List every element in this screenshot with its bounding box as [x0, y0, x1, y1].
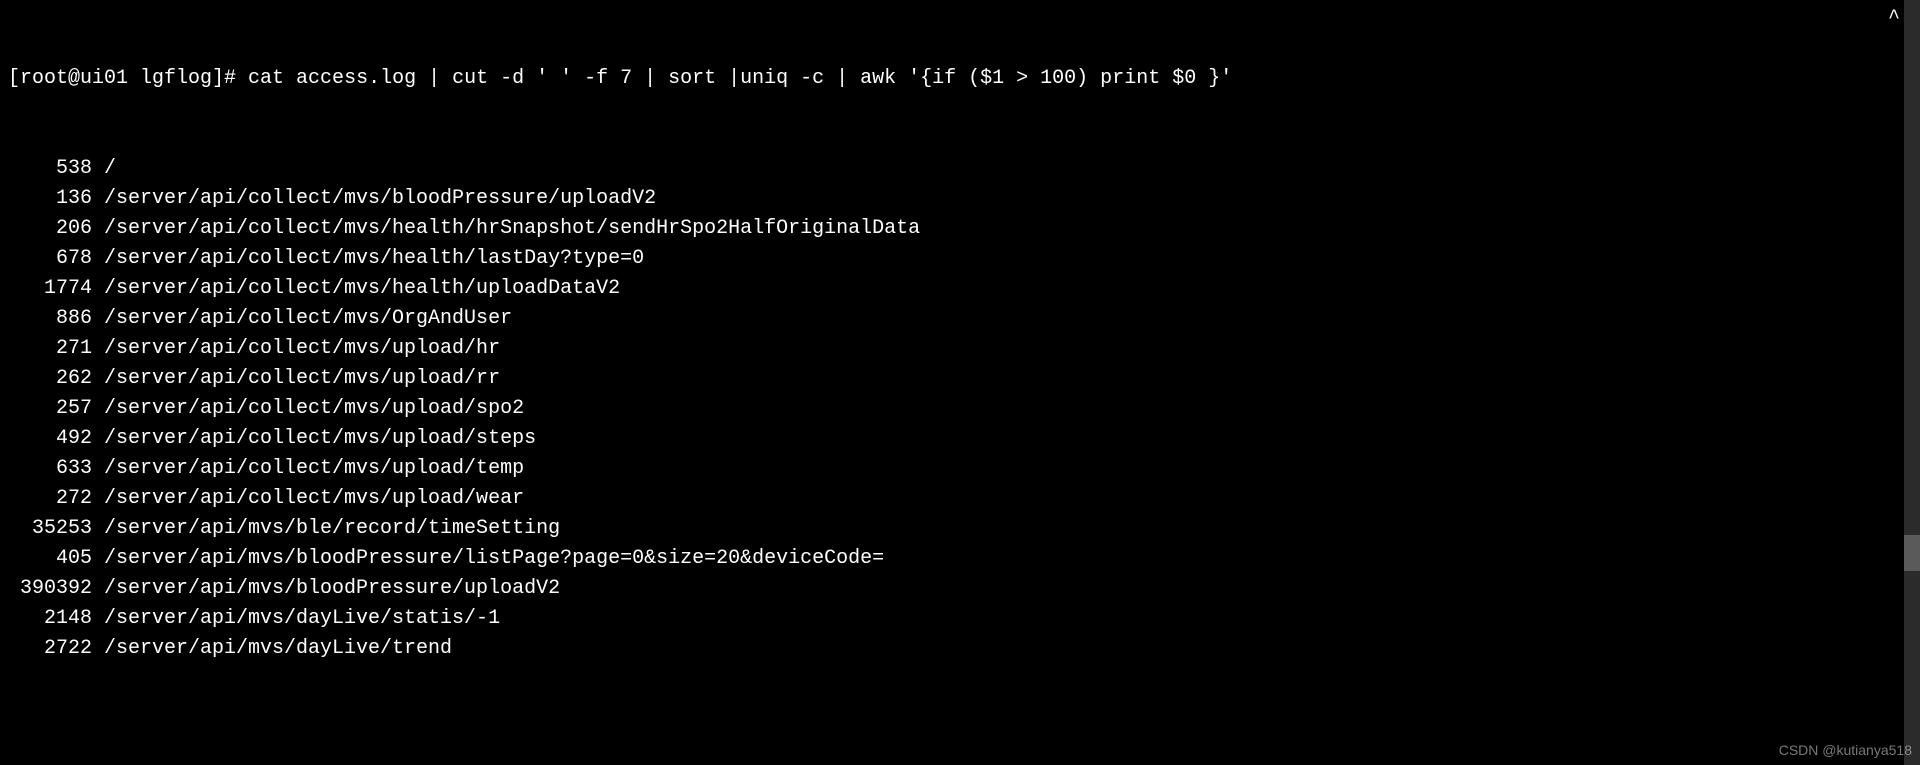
- url-path: /server/api/mvs/ble/record/timeSetting: [92, 514, 560, 544]
- url-path: /server/api/mvs/dayLive/statis/-1: [92, 604, 500, 634]
- output-row: 1774/server/api/collect/mvs/health/uploa…: [8, 274, 1912, 304]
- output-row: 390392/server/api/mvs/bloodPressure/uplo…: [8, 574, 1912, 604]
- output-row: 678/server/api/collect/mvs/health/lastDa…: [8, 244, 1912, 274]
- count-value: 538: [8, 154, 92, 184]
- url-path: /server/api/mvs/bloodPressure/listPage?p…: [92, 544, 884, 574]
- output-row: 633/server/api/collect/mvs/upload/temp: [8, 454, 1912, 484]
- count-value: 206: [8, 214, 92, 244]
- count-value: 136: [8, 184, 92, 214]
- url-path: /server/api/collect/mvs/upload/wear: [92, 484, 524, 514]
- url-path: /server/api/collect/mvs/OrgAndUser: [92, 304, 512, 334]
- url-path: /server/api/collect/mvs/health/uploadDat…: [92, 274, 620, 304]
- url-path: /server/api/collect/mvs/health/hrSnapsho…: [92, 214, 920, 244]
- scroll-caret-icon: ^: [1888, 4, 1900, 34]
- output-row: 262/server/api/collect/mvs/upload/rr: [8, 364, 1912, 394]
- output-row: 271/server/api/collect/mvs/upload/hr: [8, 334, 1912, 364]
- count-value: 262: [8, 364, 92, 394]
- count-value: 492: [8, 424, 92, 454]
- count-value: 35253: [8, 514, 92, 544]
- url-path: /server/api/collect/mvs/bloodPressure/up…: [92, 184, 656, 214]
- output-row: 35253/server/api/mvs/ble/record/timeSett…: [8, 514, 1912, 544]
- url-path: /server/api/collect/mvs/upload/steps: [92, 424, 536, 454]
- watermark: CSDN @kutianya518: [1779, 740, 1912, 761]
- count-value: 633: [8, 454, 92, 484]
- command-line: [root@ui01 lgflog]# cat access.log | cut…: [8, 64, 1912, 94]
- url-path: /server/api/collect/mvs/upload/rr: [92, 364, 500, 394]
- shell-prompt: [root@ui01 lgflog]#: [8, 67, 248, 90]
- url-path: /server/api/collect/mvs/upload/temp: [92, 454, 524, 484]
- scrollbar-thumb[interactable]: [1904, 535, 1920, 571]
- output-row: 492/server/api/collect/mvs/upload/steps: [8, 424, 1912, 454]
- output-row: 538/: [8, 154, 1912, 184]
- count-value: 2148: [8, 604, 92, 634]
- count-value: 1774: [8, 274, 92, 304]
- command-text: cat access.log | cut -d ' ' -f 7 | sort …: [248, 67, 1232, 90]
- count-value: 271: [8, 334, 92, 364]
- output-row: 2722/server/api/mvs/dayLive/trend: [8, 634, 1912, 664]
- output-row: 136/server/api/collect/mvs/bloodPressure…: [8, 184, 1912, 214]
- count-value: 886: [8, 304, 92, 334]
- output-row: 2148/server/api/mvs/dayLive/statis/-1: [8, 604, 1912, 634]
- count-value: 678: [8, 244, 92, 274]
- output-row: 257/server/api/collect/mvs/upload/spo2: [8, 394, 1912, 424]
- count-value: 390392: [8, 574, 92, 604]
- url-path: /server/api/collect/mvs/upload/spo2: [92, 394, 524, 424]
- url-path: /server/api/mvs/bloodPressure/uploadV2: [92, 574, 560, 604]
- url-path: /server/api/collect/mvs/health/lastDay?t…: [92, 244, 644, 274]
- count-value: 2722: [8, 634, 92, 664]
- vertical-scrollbar[interactable]: [1904, 0, 1920, 765]
- count-value: 405: [8, 544, 92, 574]
- output-row: 405/server/api/mvs/bloodPressure/listPag…: [8, 544, 1912, 574]
- url-path: /: [92, 154, 116, 184]
- output-row: 272/server/api/collect/mvs/upload/wear: [8, 484, 1912, 514]
- output-row: 206/server/api/collect/mvs/health/hrSnap…: [8, 214, 1912, 244]
- output-rows: 538/136/server/api/collect/mvs/bloodPres…: [8, 154, 1912, 664]
- url-path: /server/api/collect/mvs/upload/hr: [92, 334, 500, 364]
- terminal-output[interactable]: [root@ui01 lgflog]# cat access.log | cut…: [0, 0, 1920, 698]
- count-value: 257: [8, 394, 92, 424]
- url-path: /server/api/mvs/dayLive/trend: [92, 634, 452, 664]
- count-value: 272: [8, 484, 92, 514]
- output-row: 886/server/api/collect/mvs/OrgAndUser: [8, 304, 1912, 334]
